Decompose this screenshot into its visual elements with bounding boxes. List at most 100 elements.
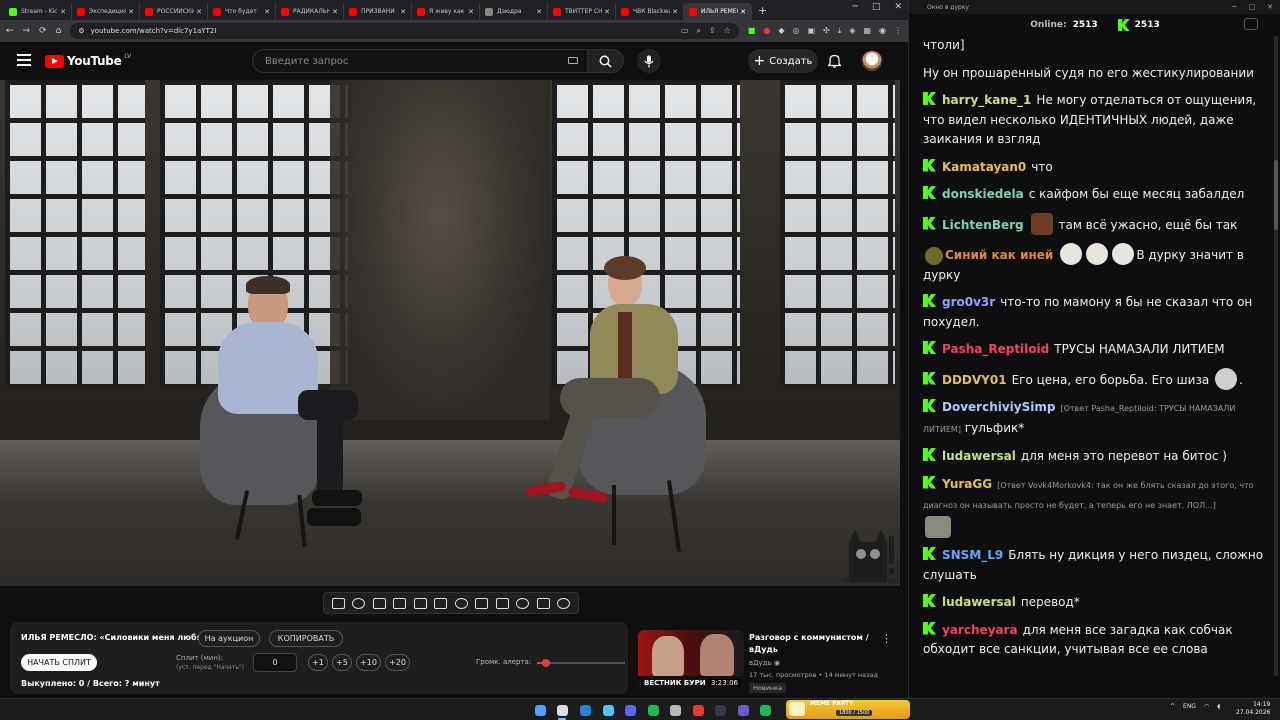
extensions-puzzle-icon[interactable]: ✣ — [823, 26, 830, 36]
chat-username[interactable]: DoverchiviySimp — [942, 400, 1055, 414]
taskbar-app-icon[interactable] — [557, 705, 568, 716]
browser-tab[interactable]: ЧВК Blackwa ✕ — [616, 3, 684, 20]
flask-icon[interactable] — [536, 597, 550, 609]
screenshot-camera-icon[interactable] — [516, 597, 530, 609]
cast-icon[interactable]: ▭ — [681, 26, 689, 36]
channel-name[interactable]: вДудь ◉ — [749, 659, 780, 667]
taskbar-app-icon[interactable] — [625, 705, 636, 716]
browser-tab[interactable]: Что будет ✕ — [208, 3, 276, 20]
chat-scrollbar[interactable] — [1274, 36, 1278, 676]
minimize-icon[interactable]: ─ — [1232, 3, 1236, 11]
alert-volume-slider[interactable] — [537, 659, 625, 667]
browser-tab[interactable]: РОССИЙСКИ ✕ — [140, 3, 208, 20]
search-button[interactable] — [588, 49, 624, 73]
extension-icon[interactable]: ◎ — [793, 26, 800, 36]
profile-icon[interactable]: ◉ — [879, 26, 886, 36]
copy-button[interactable]: КОПИРОВАТЬ — [269, 630, 343, 647]
video-player[interactable]: ОСТОРОЖНО — [0, 80, 900, 586]
extension-icon[interactable]: ■ — [748, 26, 756, 36]
menu-kebab-icon[interactable]: ⋮ — [894, 26, 902, 36]
gear-icon[interactable] — [557, 597, 571, 609]
extension-icon[interactable]: ◆ — [778, 26, 784, 36]
browser-tab[interactable]: Я живу как с ✕ — [412, 3, 480, 20]
chat-username[interactable]: gro0v3r — [942, 295, 995, 309]
more-options-icon[interactable]: ⋮ — [881, 632, 892, 645]
keyboard-icon[interactable] — [568, 57, 578, 64]
close-tab-icon[interactable]: ✕ — [672, 8, 678, 16]
speed-icon[interactable] — [454, 597, 468, 609]
clip-icon[interactable] — [393, 597, 407, 609]
bookmark-star-icon[interactable]: ☆ — [724, 26, 731, 36]
taskbar-app-icon[interactable] — [603, 705, 614, 716]
close-tab-icon[interactable]: ✕ — [400, 8, 406, 16]
chat-username[interactable]: DDDVY01 — [942, 373, 1007, 387]
chat-username[interactable]: ludawersal — [942, 595, 1016, 609]
close-tab-icon[interactable]: ✕ — [740, 8, 746, 16]
chat-username[interactable]: yarcheyara — [942, 623, 1018, 637]
start-split-button[interactable]: НАЧАТЬ СПЛИТ — [21, 654, 97, 671]
close-tab-icon[interactable]: ✕ — [468, 8, 474, 16]
browser-tab[interactable]: ТВИТТЕР СНИ✕ — [548, 3, 616, 20]
minimize-icon[interactable]: ─ — [853, 2, 858, 12]
recommended-video[interactable]: ВЕСТНИК БУРИ 3:23:06 Разговор с коммунис… — [638, 630, 900, 694]
chat-username[interactable]: harry_kane_1 — [942, 93, 1031, 107]
close-tab-icon[interactable]: ✕ — [128, 8, 134, 16]
language-indicator[interactable]: ENG — [1183, 703, 1196, 710]
loop-icon[interactable] — [331, 597, 345, 609]
taskbar-app-icon[interactable] — [670, 705, 681, 716]
taskbar-app-icon[interactable] — [738, 705, 749, 716]
browser-tab[interactable]: Дзюдра ✕ — [480, 3, 548, 20]
taskbar-app-icon[interactable] — [715, 705, 726, 716]
browser-tab[interactable]: ПРИЗВАНИ ✕ — [344, 3, 412, 20]
new-tab-button[interactable]: + — [758, 4, 767, 17]
alert-volume-knob[interactable] — [541, 659, 550, 667]
download-icon[interactable]: ⤓ — [838, 26, 842, 36]
close-icon[interactable]: ✕ — [894, 2, 902, 12]
chat-username[interactable]: Kamatayan0 — [942, 160, 1026, 174]
browser-tab[interactable]: Stream - Kick ✕ — [4, 3, 72, 20]
auction-button[interactable]: На аукцион — [198, 630, 260, 647]
chat-username[interactable]: YuraGG — [942, 477, 992, 491]
extension-icon[interactable]: ● — [763, 26, 770, 36]
audio-track-icon[interactable] — [352, 597, 366, 609]
taskbar-app-icon[interactable] — [760, 705, 771, 716]
close-tab-icon[interactable]: ✕ — [196, 8, 202, 16]
youtube-logo[interactable]: YouTube LV — [45, 53, 131, 68]
chat-username[interactable]: SNSM_L9 — [942, 548, 1003, 562]
meme-party-widget[interactable]: MEME PARTY 1800 / 1500 — [786, 700, 910, 719]
chat-username[interactable]: Pasha_Reptiloid — [942, 342, 1049, 356]
taskbar-app-icon[interactable] — [648, 705, 659, 716]
clock[interactable]: 14:19 27.04.2026 — [1236, 701, 1270, 717]
browser-tab[interactable]: ИЛЬЯ РЕМЕСЛ✕ — [684, 3, 752, 20]
tray-chevron-icon[interactable]: ^ — [1170, 703, 1175, 710]
search-input[interactable]: Введите запрос — [252, 49, 588, 73]
create-button[interactable]: + Создать — [748, 49, 818, 73]
increment-button[interactable]: +10 — [356, 654, 381, 671]
increment-button[interactable]: +20 — [385, 654, 410, 671]
close-icon[interactable]: ✕ — [1267, 3, 1273, 11]
video-thumbnail[interactable]: ВЕСТНИК БУРИ 3:23:06 — [638, 630, 744, 690]
video-title[interactable]: Разговор с коммунистом / вДудь — [749, 632, 869, 656]
back-icon[interactable]: ← — [6, 26, 14, 36]
caption-icon[interactable] — [495, 597, 509, 609]
taskbar-app-icon[interactable] — [580, 705, 591, 716]
reload-icon[interactable]: ⟳ — [39, 26, 47, 36]
start-menu-icon[interactable] — [535, 705, 546, 716]
close-tab-icon[interactable]: ✕ — [604, 8, 610, 16]
zoom-icon[interactable]: ⌕ — [696, 26, 700, 36]
close-tab-icon[interactable]: ✕ — [264, 8, 270, 16]
split-minutes-input[interactable]: 0 — [253, 653, 297, 672]
mini-player-icon[interactable] — [434, 597, 448, 609]
stats-icon[interactable] — [372, 597, 386, 609]
chat-settings-icon[interactable] — [1244, 18, 1258, 30]
volume-icon[interactable]: ◖ — [1217, 703, 1220, 710]
edit-icon[interactable] — [475, 597, 489, 609]
avatar[interactable] — [862, 51, 882, 71]
pip-icon[interactable] — [413, 597, 427, 609]
home-icon[interactable]: ⌂ — [56, 26, 62, 36]
menu-icon[interactable] — [17, 54, 31, 66]
extension-icon[interactable]: ▣ — [807, 26, 815, 36]
maximize-icon[interactable]: □ — [872, 2, 881, 12]
increment-button[interactable]: +5 — [332, 654, 352, 671]
taskbar-app-icon[interactable] — [693, 705, 704, 716]
